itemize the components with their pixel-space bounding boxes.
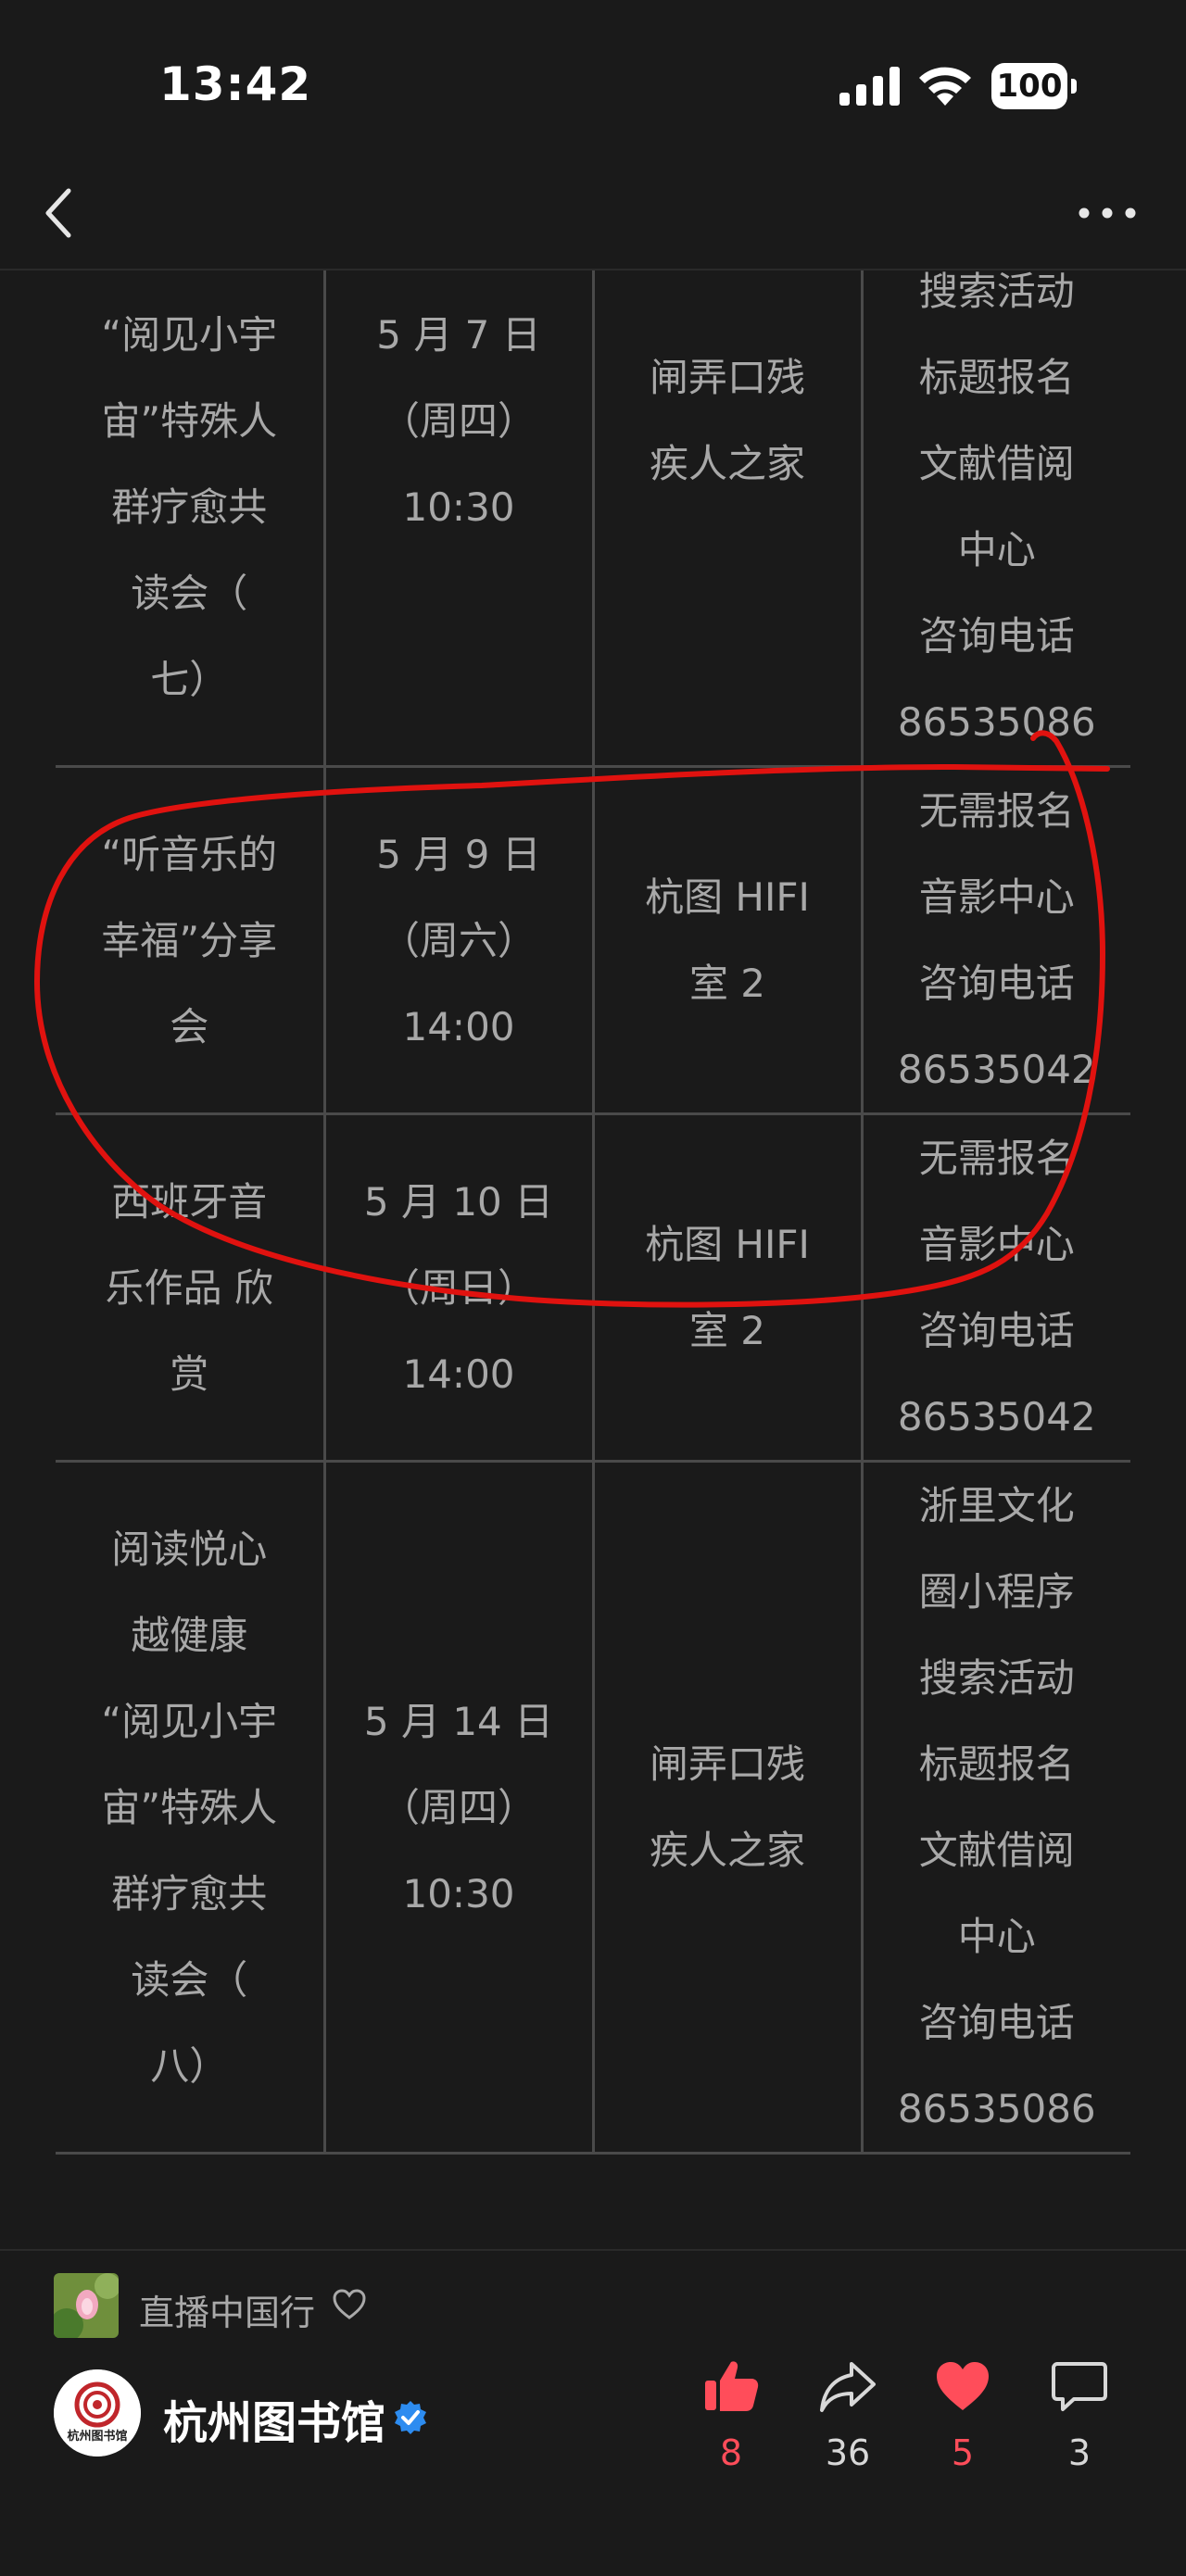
place-cell: 杭图 HIFI 室 2: [591, 1112, 864, 1463]
account-avatar[interactable]: 杭州图书馆: [54, 2369, 141, 2457]
topic-label: 直播中国行: [139, 2293, 316, 2333]
activity-cell: “听音乐的 幸福”分享 会: [56, 765, 326, 1115]
schedule-table-wrapper: 阅读悦心 越健康 “阅见小宇 宙”特殊人 群疗愈共 读会（ 七） 5 月 7 日…: [56, 270, 1130, 2155]
place-cell: 闸弄口残 疾人之家: [591, 1460, 864, 2155]
thumbs-up-icon: [705, 2361, 759, 2411]
time-cell: 5 月 14 日 （周四） 10:30: [322, 1460, 595, 2155]
battery-tip: [1071, 79, 1077, 94]
signup-cell: 无需报名 音影中心 咨询电话 86535042: [860, 1112, 1130, 1463]
signup-cell: 无需报名 音影中心 咨询电话 86535042: [860, 765, 1130, 1115]
comment-icon: [1052, 2362, 1107, 2411]
like-count: 8: [719, 2432, 743, 2473]
lotus-thumbnail-icon: [54, 2273, 119, 2338]
verified-badge-icon: [395, 2401, 426, 2434]
comment-count: 3: [1067, 2432, 1091, 2473]
signup-cell: 浙里文化 圈小程序 搜索活动 标题报名 文献借阅 中心 咨询电话 8653508…: [860, 1460, 1130, 2155]
activity-cell: 阅读悦心 越健康 “阅见小宇 宙”特殊人 群疗愈共 读会（ 八）: [56, 1460, 326, 2155]
comment-button[interactable]: 3: [1038, 2356, 1121, 2486]
share-count: 36: [825, 2432, 871, 2473]
battery-level: 100: [996, 68, 1063, 105]
share-button[interactable]: 36: [806, 2356, 890, 2486]
chevron-left-icon[interactable]: [37, 183, 83, 243]
cellular-signal-icon: [839, 67, 900, 106]
signup-cell: 浙里文化 圈小程序 搜索活动 标题报名 文献借阅 中心 咨询电话 8653508…: [860, 270, 1130, 768]
more-horizontal-icon[interactable]: [1075, 196, 1140, 230]
status-time: 13:42: [159, 57, 312, 111]
activity-cell: 阅读悦心 越健康 “阅见小宇 宙”特殊人 群疗愈共 读会（ 七）: [56, 270, 326, 768]
share-arrow-icon: [820, 2362, 876, 2412]
time-cell: 5 月 9 日 （周六） 14:00: [322, 765, 595, 1115]
time-cell: 5 月 7 日 （周四） 10:30: [322, 270, 595, 768]
schedule-table: 阅读悦心 越健康 “阅见小宇 宙”特殊人 群疗愈共 读会（ 七） 5 月 7 日…: [56, 270, 1130, 2155]
favorite-button[interactable]: 5: [921, 2356, 1004, 2486]
time-cell: 5 月 10 日 （周日） 14:00: [322, 1112, 595, 1463]
place-cell: 杭图 HIFI 室 2: [591, 765, 864, 1115]
account-name[interactable]: 杭州图书馆: [163, 2386, 385, 2451]
article-content[interactable]: 阅读悦心 越健康 “阅见小宇 宙”特殊人 群疗愈共 读会（ 七） 5 月 7 日…: [0, 270, 1186, 2249]
phone-screen: 13:42 100 “阅见小宇 宙”特殊人 群疗愈共 读会（ 七） 5 月 7 …: [0, 0, 1186, 2576]
heart-outline-icon: [333, 2289, 366, 2319]
like-button[interactable]: 8: [689, 2356, 773, 2486]
table-row: 阅读悦心 越健康 “阅见小宇 宙”特殊人 群疗愈共 读会（ 八） 5 月 14 …: [56, 1460, 1130, 2155]
table-row: 阅读悦心 越健康 “阅见小宇 宙”特殊人 群疗愈共 读会（ 七） 5 月 7 日…: [56, 270, 1130, 768]
avatar-text: 杭州图书馆: [67, 2429, 127, 2444]
bottom-bar: 直播中国行 杭州图书馆 杭州图书馆 8 36 5 3: [0, 2251, 1186, 2576]
status-bar: 13:42 100: [0, 0, 1186, 157]
place-cell: 闸弄口残 疾人之家: [591, 270, 864, 768]
library-logo-icon: 杭州图书馆: [54, 2369, 141, 2457]
activity-cell: 西班牙音 乐作品 欣 赏: [56, 1112, 326, 1463]
table-row: “听音乐的 幸福”分享 会 5 月 9 日 （周六） 14:00 杭图 HIFI…: [56, 765, 1130, 1115]
favorite-count: 5: [951, 2432, 975, 2473]
battery-indicator: 100: [991, 63, 1077, 109]
table-row: 西班牙音 乐作品 欣 赏 5 月 10 日 （周日） 14:00 杭图 HIFI…: [56, 1112, 1130, 1463]
nav-bar: [0, 157, 1186, 269]
heart-icon: [937, 2362, 989, 2410]
wifi-icon: [919, 67, 971, 106]
